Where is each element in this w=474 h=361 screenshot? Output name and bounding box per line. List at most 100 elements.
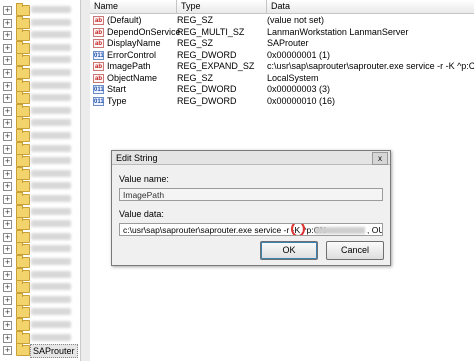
expand-toggle-icon[interactable]: + [3, 321, 12, 330]
dialog-title-bar[interactable]: Edit String x [112, 151, 390, 165]
registry-value-row[interactable]: 011 ErrorControl REG_DWORD 0x00000001 (1) [90, 50, 474, 61]
expand-toggle-icon[interactable]: + [3, 232, 12, 242]
value-type: REG_SZ [177, 72, 214, 83]
tree-item[interactable]: + [0, 280, 88, 294]
tree-item[interactable]: + [0, 330, 88, 344]
expand-toggle-icon[interactable]: + [3, 220, 12, 230]
blurred-label [31, 81, 71, 89]
registry-value-row[interactable]: 011 Type REG_DWORD 0x00000010 (16) [90, 96, 474, 107]
column-header-type[interactable]: Type [177, 0, 267, 13]
tree-item[interactable]: + [0, 28, 88, 42]
registry-value-row[interactable]: ab (Default) REG_SZ (value not set) [90, 15, 474, 26]
expand-toggle-icon[interactable]: + [3, 18, 12, 28]
folder-icon [16, 217, 30, 231]
expand-toggle-icon[interactable]: + [3, 81, 12, 91]
expand-toggle-icon[interactable]: + [3, 283, 12, 293]
tree-item[interactable]: + [0, 192, 88, 205]
blurred-label [31, 43, 71, 51]
expand-toggle-icon[interactable]: + [3, 258, 12, 267]
expand-toggle-icon[interactable]: + [3, 308, 12, 318]
expand-toggle-icon[interactable]: + [3, 69, 12, 78]
folder-icon [16, 330, 30, 344]
expand-toggle-icon[interactable]: + [3, 169, 12, 179]
column-header-data[interactable]: Data [267, 0, 474, 13]
blurred-label [31, 333, 71, 341]
expand-toggle-icon[interactable]: + [3, 94, 12, 104]
registry-value-row[interactable]: ab DependOnService REG_MULTI_SZ LanmanWorks… [90, 27, 474, 38]
blurred-label [31, 18, 71, 26]
registry-value-row[interactable]: ab DisplayName REG_SZ SAProuter [90, 38, 474, 49]
registry-tree-pane[interactable]: + + + + + + + + + + + + + + + + + + + + + + + + + + + + SAProuter [0, 0, 89, 361]
registry-value-row[interactable]: ab ObjectName REG_SZ LocalSystem [90, 73, 474, 84]
tree-item[interactable]: + [0, 78, 88, 92]
tree-item[interactable]: + [0, 116, 88, 130]
folder-icon [16, 91, 30, 105]
tree-item[interactable]: + [0, 91, 88, 105]
value-name-label: Value name: [119, 174, 169, 184]
folder-icon [16, 166, 30, 180]
expand-toggle-icon[interactable]: + [3, 56, 12, 66]
close-icon: x [378, 154, 382, 163]
tree-item[interactable]: + [0, 103, 88, 117]
expand-toggle-icon[interactable]: + [3, 195, 12, 204]
blurred-label [31, 182, 71, 190]
registry-value-row[interactable]: 011 Start REG_DWORD 0x00000003 (3) [90, 84, 474, 95]
value-data-label: Value data: [119, 209, 164, 219]
expand-toggle-icon[interactable]: + [3, 157, 12, 167]
string-value-icon: ab [93, 73, 104, 83]
value-type: REG_DWORD [177, 84, 237, 94]
expand-toggle-icon[interactable]: + [3, 106, 12, 116]
expand-toggle-icon[interactable]: + [3, 132, 12, 141]
blurred-label [31, 195, 71, 202]
tree-item[interactable]: + [0, 292, 88, 306]
ok-button[interactable]: OK [260, 241, 318, 260]
folder-icon [16, 292, 30, 306]
tree-item[interactable]: + [0, 267, 88, 281]
expand-toggle-icon[interactable]: + [3, 207, 12, 217]
blurred-label [31, 157, 71, 165]
expand-toggle-icon[interactable]: + [3, 295, 12, 305]
expand-toggle-icon[interactable]: + [3, 245, 12, 255]
tree-item[interactable]: + [0, 242, 88, 256]
tree-item[interactable]: + [0, 129, 88, 142]
expand-toggle-icon[interactable]: + [3, 31, 12, 41]
tree-item[interactable]: + [0, 15, 88, 29]
registry-value-row[interactable]: ab ImagePath REG_EXPAND_SZ c:\usr\sap\sapro… [90, 61, 474, 72]
tree-item[interactable]: + [0, 318, 88, 331]
expand-toggle-icon[interactable]: + [3, 144, 12, 154]
cancel-button[interactable]: Cancel [326, 241, 384, 260]
tree-item[interactable]: + [0, 40, 88, 54]
value-data: c:\usr\sap\saprouter\saprouter.exe servi… [267, 61, 474, 71]
tree-item[interactable]: + [0, 166, 88, 180]
value-data-input[interactable]: c:\usr\sap\saprouter\saprouter.exe servi… [119, 223, 383, 236]
tree-item[interactable]: + [0, 255, 88, 268]
tree-item[interactable]: + [0, 204, 88, 218]
tree-item[interactable]: + SAProuter [0, 343, 88, 359]
tree-item[interactable]: + [0, 154, 88, 168]
tree-item[interactable]: + [0, 3, 88, 16]
tree-item[interactable]: + [0, 141, 88, 155]
expand-toggle-icon[interactable]: + [3, 119, 12, 129]
expand-toggle-icon[interactable]: + [3, 6, 12, 15]
expand-toggle-icon[interactable]: + [3, 182, 12, 192]
blurred-label [31, 207, 71, 215]
value-data: LanmanWorkstation LanmanServer [267, 26, 409, 37]
tree-item[interactable]: + [0, 179, 88, 193]
tree-item[interactable]: + [0, 217, 88, 231]
value-name: DisplayName [107, 38, 161, 48]
value-data: 0x00000010 (16) [267, 95, 336, 106]
blurred-label [31, 69, 71, 76]
tree-item[interactable]: + [0, 53, 88, 67]
tree-item[interactable]: + [0, 66, 88, 79]
tree-item[interactable]: + [0, 305, 88, 319]
expand-toggle-icon[interactable]: + [3, 270, 12, 280]
close-button[interactable]: x [372, 152, 388, 165]
expand-toggle-icon[interactable]: + [3, 346, 12, 356]
blurred-label [31, 106, 71, 114]
column-header-name[interactable]: Name [90, 0, 177, 13]
expand-toggle-icon[interactable]: + [3, 43, 12, 53]
folder-icon [16, 66, 30, 79]
tree-item[interactable]: + [0, 229, 88, 243]
blurred-label [31, 321, 71, 328]
expand-toggle-icon[interactable]: + [3, 333, 12, 343]
